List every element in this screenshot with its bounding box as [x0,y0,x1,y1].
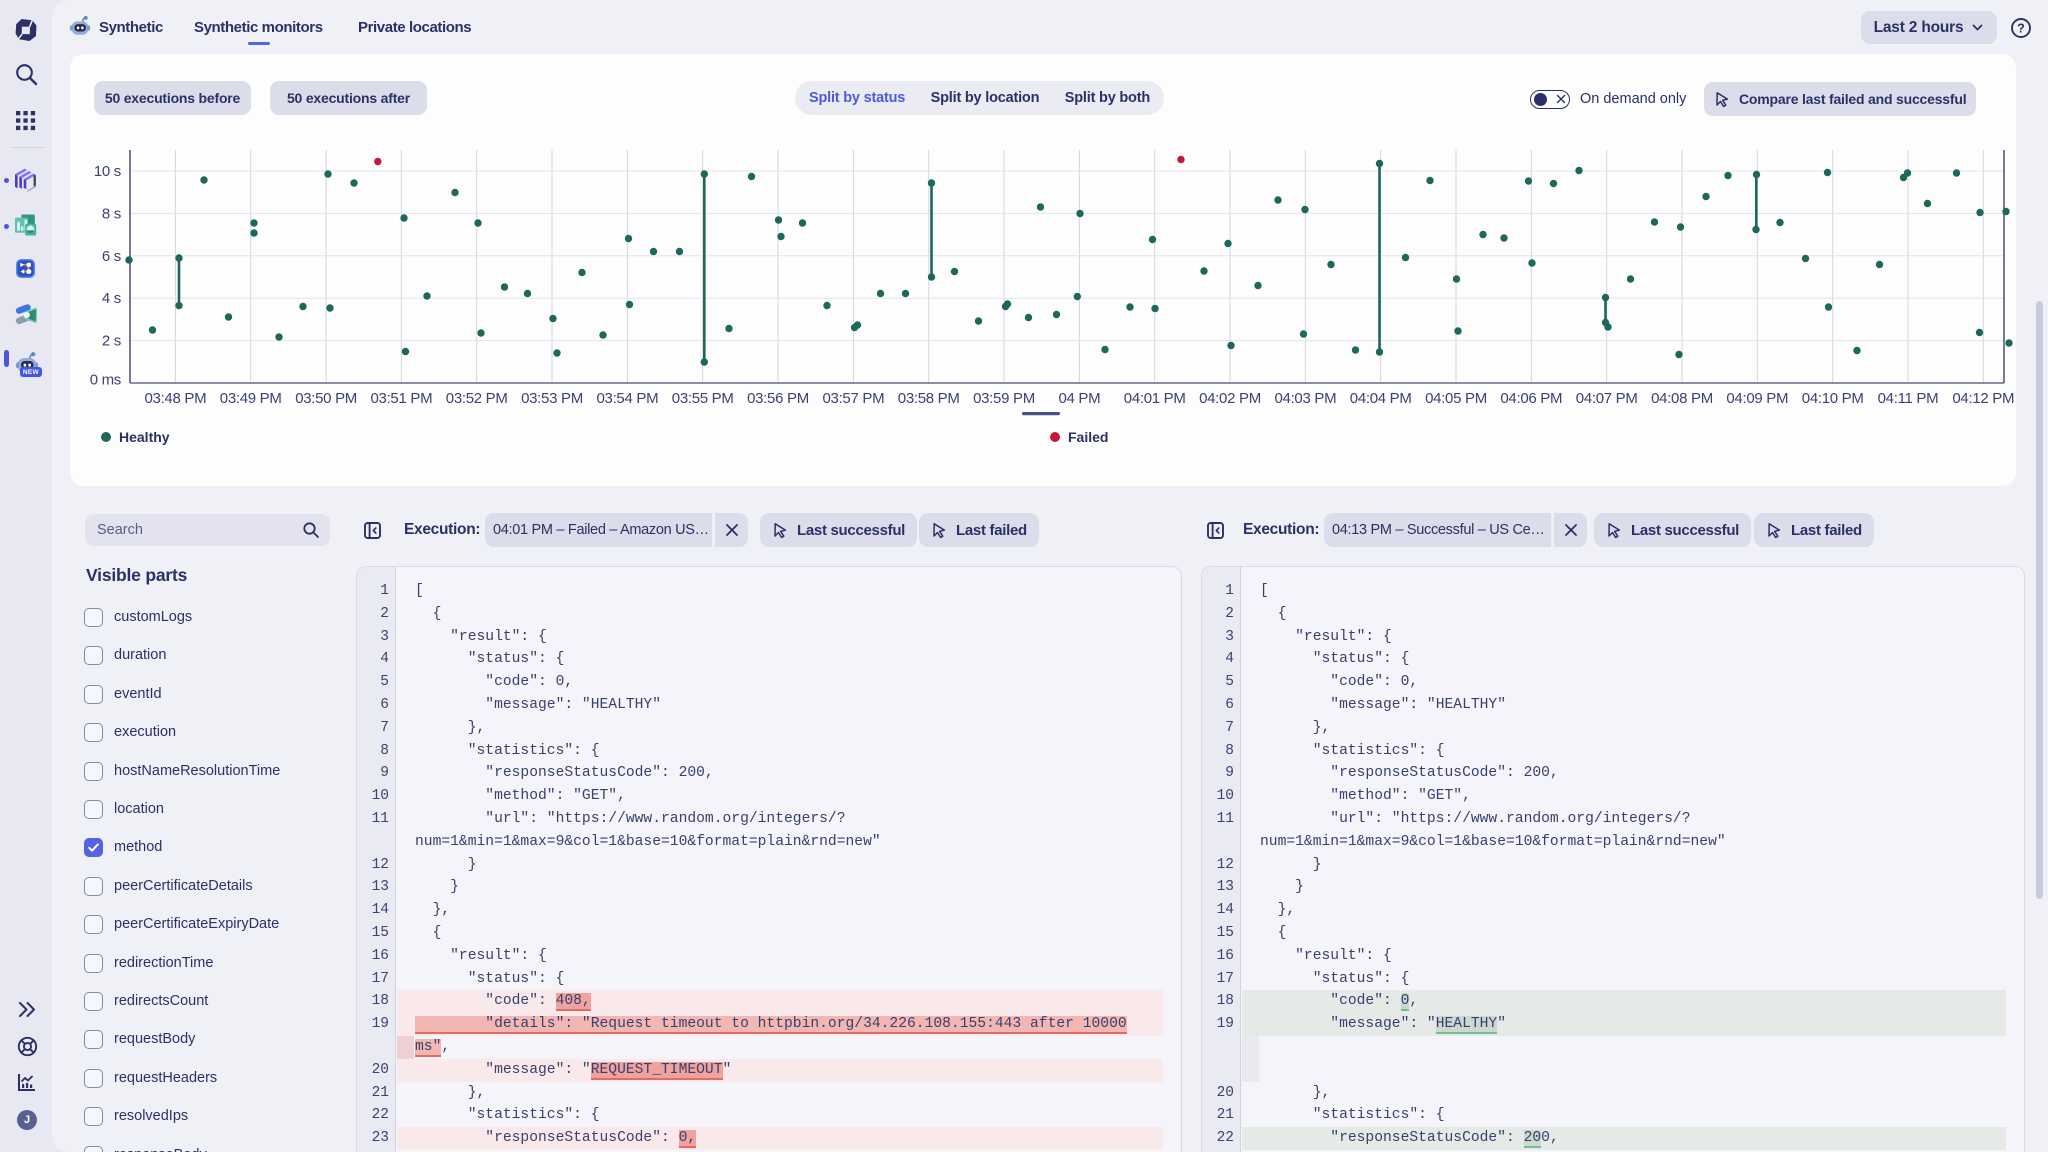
svg-text:04:03 PM: 04:03 PM [1274,390,1336,407]
svg-text:4 s: 4 s [102,290,121,307]
svg-text:?: ? [2017,22,2025,36]
svg-text:03:54 PM: 03:54 PM [596,390,658,407]
svg-text:04:08 PM: 04:08 PM [1651,390,1713,407]
svg-text:03:55 PM: 03:55 PM [672,390,734,407]
svg-text:03:56 PM: 03:56 PM [747,390,809,407]
svg-text:04:12 PM: 04:12 PM [1952,390,2014,407]
svg-text:03:49 PM: 03:49 PM [220,390,282,407]
svg-text:04:06 PM: 04:06 PM [1500,390,1562,407]
svg-text:04:05 PM: 04:05 PM [1425,390,1487,407]
svg-text:03:48 PM: 03:48 PM [144,390,206,407]
svg-text:04:07 PM: 04:07 PM [1576,390,1638,407]
svg-text:04:11 PM: 04:11 PM [1878,390,1939,407]
svg-text:03:53 PM: 03:53 PM [521,390,583,407]
svg-text:2 s: 2 s [102,333,121,350]
svg-text:0 ms: 0 ms [90,372,121,389]
svg-text:04:01 PM: 04:01 PM [1124,390,1186,407]
svg-text:04:02 PM: 04:02 PM [1199,390,1261,407]
svg-text:04:10 PM: 04:10 PM [1802,390,1864,407]
svg-text:03:50 PM: 03:50 PM [295,390,357,407]
svg-text:6 s: 6 s [102,248,121,265]
svg-text:03:58 PM: 03:58 PM [898,390,960,407]
svg-text:04:04 PM: 04:04 PM [1350,390,1412,407]
svg-text:10 s: 10 s [94,163,121,180]
svg-text:03:51 PM: 03:51 PM [370,390,432,407]
svg-text:03:59 PM: 03:59 PM [973,390,1035,407]
svg-text:03:57 PM: 03:57 PM [822,390,884,407]
svg-text:04 PM: 04 PM [1058,390,1100,407]
svg-text:03:52 PM: 03:52 PM [446,390,508,407]
svg-text:8 s: 8 s [102,205,121,222]
svg-text:04:09 PM: 04:09 PM [1726,390,1788,407]
